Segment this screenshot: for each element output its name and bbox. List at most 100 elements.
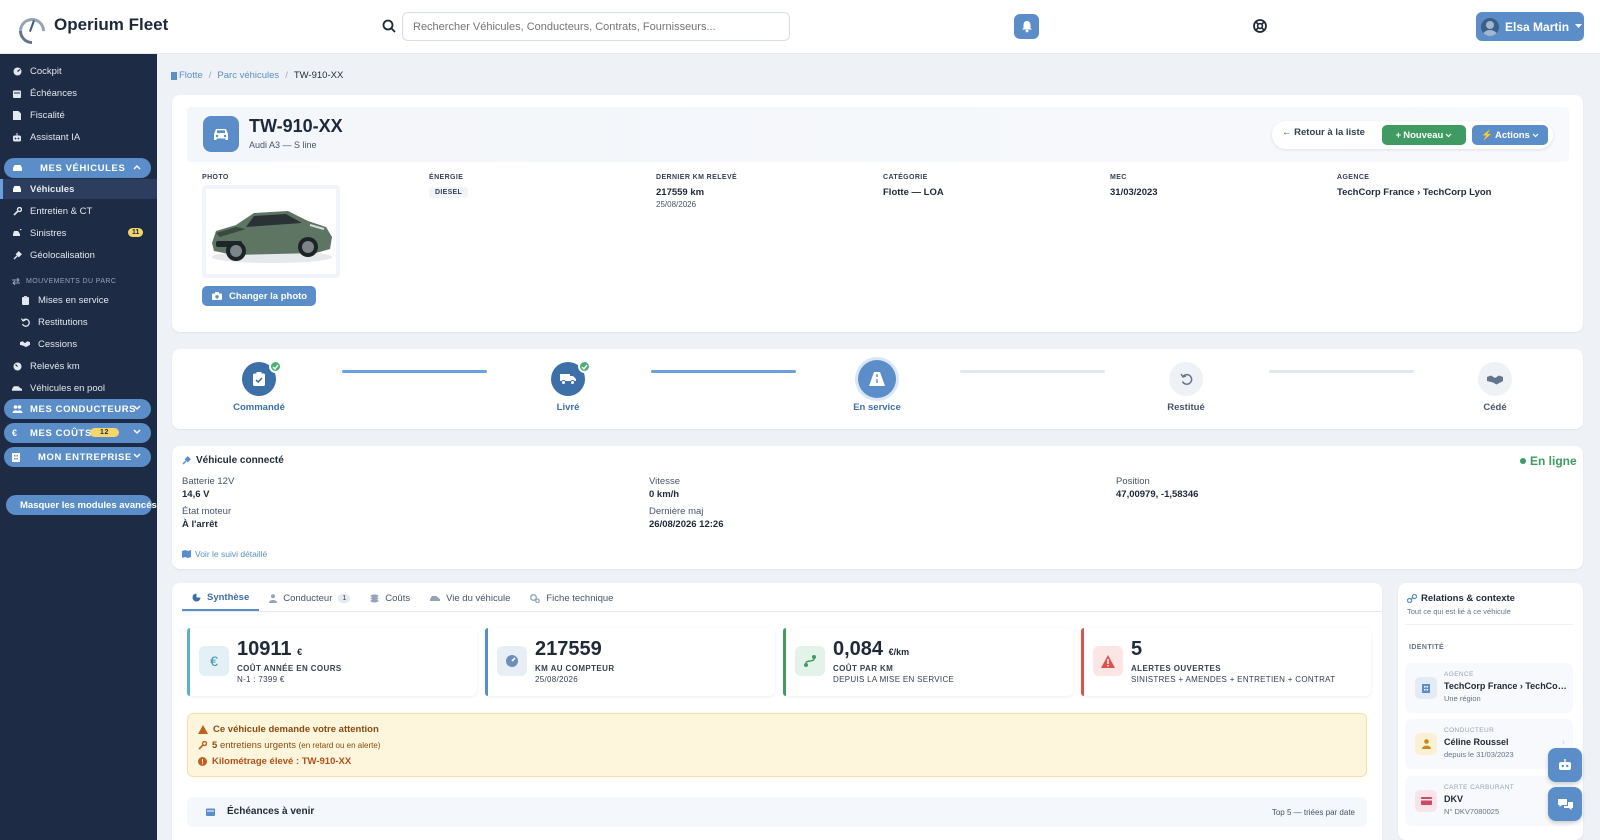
top-bar: Operium Fleet Elsa Martin <box>0 0 1600 54</box>
tab-divider <box>182 611 1382 612</box>
tab-couts[interactable]: Coûts <box>360 585 420 611</box>
sidebar-item-label: Géolocalisation <box>30 249 95 261</box>
help-lifebuoy-icon[interactable] <box>1252 18 1268 34</box>
new-button[interactable]: + Nouveau <box>1382 125 1466 145</box>
vehicle-avatar <box>203 116 239 152</box>
sidebar-item-label: Sinistres <box>30 227 67 239</box>
undo-icon <box>20 317 30 327</box>
relations-section-identity: IDENTITÉ <box>1409 644 1445 651</box>
lifecycle-step-commande[interactable]: Commandé <box>199 360 319 413</box>
energy-badge: DIESEL <box>429 187 469 198</box>
pie-chart-icon <box>192 593 201 601</box>
sidebar-item-sinistres[interactable]: Sinistres 11 <box>0 223 157 243</box>
building-icon <box>1415 677 1437 699</box>
user-icon <box>269 593 278 603</box>
sidebar-item-fiscalite[interactable]: Fiscalité <box>0 105 157 125</box>
building-icon <box>171 71 177 80</box>
lifecycle-step-label: En service <box>853 402 901 413</box>
lifecycle-connector <box>651 370 796 373</box>
hide-advanced-modules-button[interactable]: Masquer les modules avancés <box>6 495 157 515</box>
breadcrumb-root[interactable]: Flotte <box>171 70 203 81</box>
check-icon <box>578 360 591 373</box>
lifecycle-step-restitue[interactable]: Restitué <box>1126 362 1246 413</box>
relation-value: Céline Roussel <box>1444 737 1509 747</box>
sidebar-group-label: MES COÛTS <box>30 427 92 439</box>
tab-synthese[interactable]: Synthèse <box>182 585 260 611</box>
user-menu-button[interactable]: Elsa Martin <box>1476 12 1584 41</box>
chat-fab[interactable] <box>1548 787 1582 821</box>
sidebar-item-releves-km[interactable]: Relevés km <box>0 356 157 376</box>
sidebar-item-label: Mises en service <box>38 294 109 306</box>
app-logo[interactable]: Operium Fleet <box>13 12 168 50</box>
kpi-accent-bar <box>783 628 786 696</box>
alert-line-mileage[interactable]: Kilométrage élevé : TW-910-XX <box>198 756 351 767</box>
sidebar-item-geolocalisation[interactable]: Géolocalisation <box>0 245 157 265</box>
sidebar-item-cockpit[interactable]: Cockpit <box>0 61 157 81</box>
category-label: CATÉGORIE <box>883 174 928 181</box>
last-km-value: 217559 km <box>656 187 705 198</box>
tab-count-badge: 1 <box>338 593 351 603</box>
relations-title: Relations & contexte <box>1421 593 1515 604</box>
sidebar-item-vehicules[interactable]: Véhicules <box>0 179 157 199</box>
tab-fiche-technique[interactable]: Fiche technique <box>520 585 623 611</box>
last-update-value: 26/08/2026 12:26 <box>649 519 724 530</box>
change-photo-button[interactable]: Changer la photo <box>202 286 316 306</box>
car-side-icon <box>430 595 441 601</box>
credit-card-icon <box>1415 790 1437 812</box>
speedometer-icon <box>12 361 22 371</box>
detailed-tracking-link[interactable]: Voir le suivi détaillé <box>182 549 267 559</box>
sidebar-group-drivers[interactable]: MES CONDUCTEURS <box>4 399 151 419</box>
sidebar-item-vehicules-pool[interactable]: Véhicules en pool <box>0 378 157 398</box>
costs-count-badge: 12 <box>90 428 119 437</box>
lifecycle-step-cede[interactable]: Cédé <box>1435 362 1555 413</box>
last-km-label: DERNIER KM RELEVÉ <box>656 174 738 181</box>
status-dot <box>1520 458 1526 464</box>
sidebar-item-echeances[interactable]: Échéances <box>0 83 157 103</box>
breadcrumb-parent[interactable]: Parc véhicules <box>217 70 279 81</box>
car-side-icon <box>12 383 22 393</box>
lifecycle-step-livre[interactable]: Livré <box>508 360 628 413</box>
notifications-button[interactable] <box>1014 14 1039 39</box>
tab-vie-vehicule[interactable]: Vie du véhicule <box>420 585 520 611</box>
deadlines-section: Échéances à venir Top 5 — triées par dat… <box>187 797 1367 827</box>
relation-value: TechCorp France › TechCorp Lyon <box>1444 681 1569 691</box>
sidebar-item-label: Restitutions <box>38 316 88 328</box>
sidebar-group-company[interactable]: MON ENTREPRISE <box>4 447 151 467</box>
car-icon <box>12 164 26 172</box>
camera-icon <box>212 292 222 300</box>
coins-icon <box>370 594 379 602</box>
tab-conducteur[interactable]: Conducteur 1 <box>259 585 360 611</box>
clipboard-icon <box>20 295 30 305</box>
actions-button[interactable]: ⚡ Actions <box>1472 125 1548 145</box>
gauge-icon <box>12 66 22 76</box>
lifecycle-connector <box>960 370 1105 373</box>
kpi-label: COÛT ANNÉE EN COURS <box>237 664 342 673</box>
breadcrumb-separator: / <box>285 70 288 81</box>
check-icon <box>269 360 282 373</box>
back-to-list-button[interactable]: ← Retour à la liste <box>1282 127 1365 138</box>
last-km-date: 25/08/2026 <box>656 200 697 209</box>
lifecycle-step-label: Livré <box>556 402 580 413</box>
search-icon <box>382 19 396 33</box>
bell-icon <box>1021 21 1032 33</box>
sidebar-group-vehicles[interactable]: MES VÉHICULES <box>4 158 151 178</box>
sidebar-item-entretien[interactable]: Entretien & CT <box>0 201 157 221</box>
sidebar-item-cessions[interactable]: Cessions <box>0 334 157 354</box>
sidebar-item-assistant-ia[interactable]: Assistant IA <box>0 127 157 147</box>
sidebar-item-restitutions[interactable]: Restitutions <box>0 312 157 332</box>
relations-divider <box>1405 624 1573 625</box>
robot-icon <box>1559 759 1571 770</box>
calendar-icon <box>12 88 22 98</box>
relation-card-agency[interactable]: AGENCE TechCorp France › TechCorp Lyon U… <box>1405 663 1573 713</box>
ai-assistant-fab[interactable] <box>1548 748 1582 782</box>
link-icon <box>1407 594 1417 603</box>
handshake-icon <box>20 339 30 349</box>
position-value: 47,00979, -1,58346 <box>1116 489 1199 500</box>
alert-line-maintenance[interactable]: 5 entretiens urgents (en retard ou en al… <box>198 740 380 751</box>
satellite-icon <box>12 250 22 260</box>
lifecycle-step-en-service[interactable]: En service <box>817 360 937 413</box>
global-search-input[interactable] <box>402 12 790 41</box>
building-icon <box>12 452 26 462</box>
sidebar-group-costs[interactable]: € MES COÛTS 12 <box>4 423 151 443</box>
sidebar-item-mises-en-service[interactable]: Mises en service <box>0 290 157 310</box>
